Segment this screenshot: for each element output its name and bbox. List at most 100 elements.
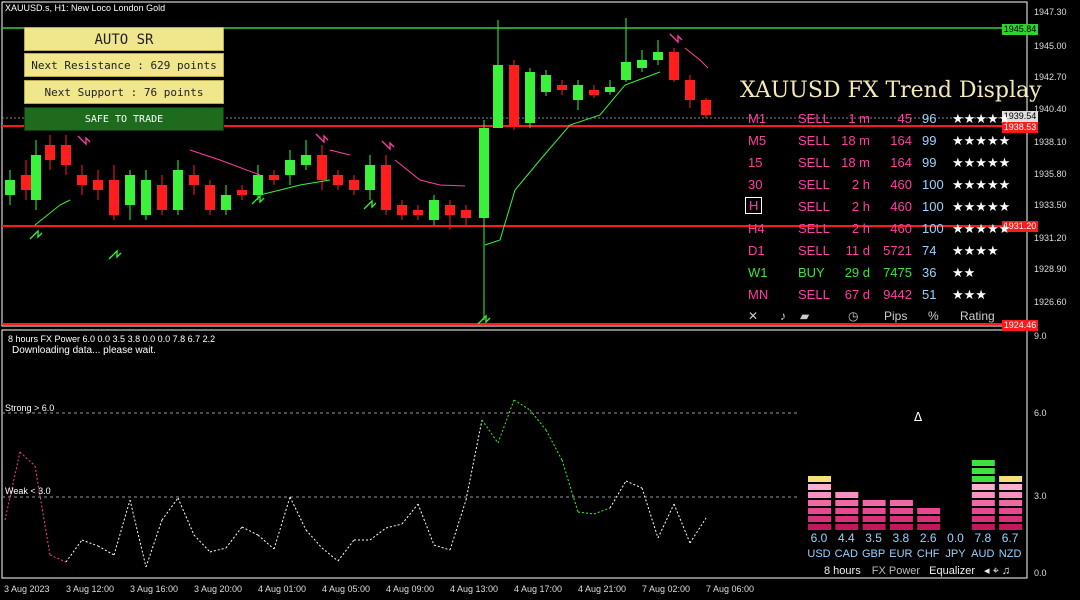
trend-percent: 96	[922, 111, 937, 126]
sell-arrow-icon	[315, 133, 329, 144]
equalizer-segment	[999, 516, 1023, 522]
candle-body	[31, 155, 41, 200]
power-segment	[145, 519, 163, 568]
equalizer-segment	[835, 508, 859, 514]
trend-pips: 460	[890, 199, 912, 214]
trend-signal: SELL	[798, 243, 830, 258]
currency-strength-value: 3.5	[865, 531, 882, 545]
equalizer-segment	[862, 524, 886, 530]
stream-icon[interactable]: ▰	[800, 309, 809, 323]
candle-body	[317, 155, 327, 180]
equalizer-segment	[808, 524, 831, 530]
trend-row-h[interactable]: H SELL 2 h 460 100 ★★★★★	[742, 197, 1032, 221]
resistance-trend-line	[189, 149, 261, 176]
trend-rating: ★★	[952, 265, 976, 280]
trend-row-30[interactable]: 30 SELL 2 h 460 100 ★★★★★	[742, 177, 1032, 199]
chart-title: XAUUSD.s, H1: New Loco London Gold	[5, 3, 166, 13]
auto-sr-title[interactable]: AUTO SR	[24, 27, 224, 51]
time-axis-label: 7 Aug 06:00	[706, 584, 755, 594]
trend-timeframe: 30	[748, 177, 763, 192]
time-axis-label: 3 Aug 2023	[4, 584, 50, 594]
currency-strength-value: 6.0	[810, 531, 828, 545]
trend-signal: SELL	[798, 177, 830, 192]
currency-code: USD	[807, 548, 831, 560]
trend-row-15[interactable]: 15 SELL 18 m 164 99 ★★★★★	[742, 155, 1032, 177]
price-axis-label: 1931.20	[1034, 233, 1067, 243]
currency-code: CAD	[834, 548, 858, 560]
equalizer-segment	[835, 516, 859, 522]
candle-body	[21, 175, 31, 190]
buy-arrow-icon	[108, 249, 122, 260]
music-icon[interactable]: ♪	[780, 309, 786, 323]
strong-label: Strong > 6.0	[5, 403, 55, 413]
resistance-trend-line	[684, 47, 709, 69]
trend-duration: 67 d	[844, 287, 870, 302]
trend-rating: ★★★★★	[952, 155, 1011, 170]
candle-body	[493, 65, 503, 128]
power-segment	[129, 499, 147, 568]
time-axis-label: 4 Aug 01:00	[258, 584, 307, 594]
equalizer-segment	[862, 516, 886, 522]
equalizer-segment	[835, 500, 859, 506]
trend-duration: 29 d	[844, 265, 870, 280]
candle-body	[669, 52, 679, 80]
trend-row-mn[interactable]: MN SELL 67 d 9442 51 ★★★	[742, 287, 1032, 309]
candle-body	[5, 180, 15, 195]
equalizer-segment	[999, 500, 1023, 506]
indicator-axis-label: 3.0	[1034, 491, 1047, 501]
trend-percent: 36	[922, 265, 937, 280]
currency-strength-value: 6.7	[1001, 531, 1019, 545]
trend-row-m1[interactable]: M1 SELL 1 m 45 96 ★★★★★	[742, 111, 1032, 133]
trend-pips: 164	[890, 133, 912, 148]
trend-duration: 11 d	[845, 243, 870, 258]
trend-timeframe: H	[745, 197, 763, 214]
power-segment	[513, 399, 531, 411]
close-icon[interactable]: ✕	[748, 309, 758, 323]
equalizer-mode-button[interactable]: Equalizer	[929, 565, 975, 577]
power-segment	[19, 451, 36, 467]
power-segment	[609, 480, 627, 509]
equalizer-segment	[889, 508, 913, 514]
equalizer-control-icons[interactable]: ◂ ⌖ ♫	[984, 565, 1010, 577]
candle-body	[573, 85, 583, 100]
candle-body	[125, 175, 135, 205]
power-segment	[289, 496, 307, 531]
currency-strength-value: 7.8	[974, 531, 992, 545]
trend-duration: 18 m	[841, 155, 870, 170]
trend-pips: 5721	[883, 243, 912, 258]
power-segment	[369, 527, 387, 541]
trend-rating: ★★★★★	[952, 133, 1011, 148]
candle-body	[237, 190, 247, 195]
trend-rating: ★★★★	[952, 243, 999, 258]
currency-strength-value: 2.6	[919, 531, 937, 545]
trend-row-w1[interactable]: W1 BUY 29 d 7475 36 ★★	[742, 265, 1032, 287]
power-segment	[225, 526, 243, 549]
currency-strength-value: 0.0	[947, 531, 964, 545]
buy-arrow-icon	[363, 199, 377, 210]
currency-code: CHF	[916, 548, 940, 560]
candle-body	[621, 62, 631, 80]
trend-row-m5[interactable]: M5 SELL 18 m 164 99 ★★★★★	[742, 133, 1032, 155]
equalizer-segment	[971, 516, 995, 522]
trend-rating: ★★★	[952, 287, 987, 302]
support-trend-line	[34, 199, 71, 226]
candle-body	[285, 160, 295, 175]
next-support-label: Next Support : 76 points	[24, 80, 224, 104]
trend-row-h4[interactable]: H4 SELL 2 h 460 100 ★★★★★	[742, 221, 1032, 243]
candle-body	[541, 75, 551, 92]
power-segment	[113, 499, 131, 556]
candle-body	[77, 175, 87, 185]
price-axis-label: 1933.50	[1034, 200, 1067, 210]
sell-arrow-icon	[77, 135, 91, 146]
candle-body	[509, 65, 519, 125]
trade-status-badge: SAFE TO TRADE	[24, 107, 224, 131]
equalizer-segment	[971, 460, 995, 466]
trend-signal: SELL	[798, 155, 830, 170]
price-axis-label: 1947.30	[1034, 7, 1067, 17]
resistance-trend-line	[329, 149, 351, 156]
power-segment	[49, 554, 67, 563]
trend-row-d1[interactable]: D1 SELL 11 d 5721 74 ★★★★	[742, 243, 1032, 265]
candle-body	[461, 210, 471, 218]
equalizer-segment	[862, 508, 886, 514]
support-trend-line	[259, 179, 331, 196]
